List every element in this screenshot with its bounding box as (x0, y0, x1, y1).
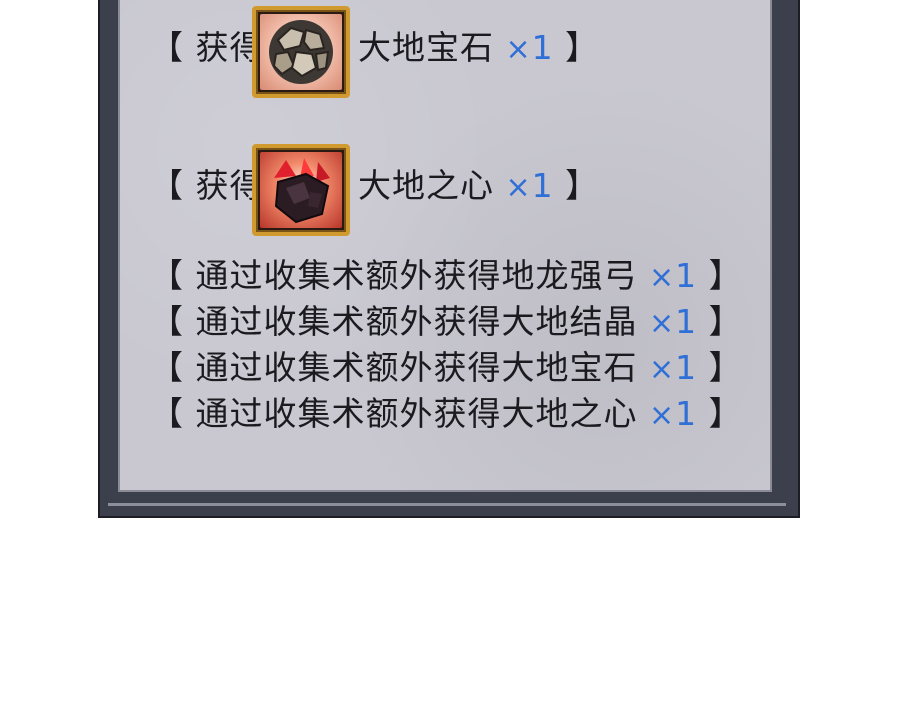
reward-item-name: 大地宝石 (358, 28, 494, 67)
extra-reward-quantity: ×1 (649, 394, 698, 433)
panel-divider (108, 503, 786, 506)
reward-quantity: ×1 (505, 166, 554, 205)
reward-line: 【 获得 (150, 28, 264, 68)
extra-reward-line: 【 通过收集术额外获得大地宝石 ×1 】 (150, 348, 743, 390)
reward-panel: 【 获得 大地宝石 ×1 】 【 获得 大地之心 ×1 】 【 通过收集术额外获… (98, 0, 800, 518)
extra-reward-line: 【 通过收集术额外获得大地结晶 ×1 】 (150, 302, 743, 344)
reward-prefix: 【 获得 (150, 166, 264, 205)
reward-line: 【 获得 (150, 166, 264, 206)
extra-reward-text: 【 通过收集术额外获得大地宝石 (150, 348, 638, 387)
extra-reward-quantity: ×1 (649, 256, 698, 295)
extra-reward-text: 【 通过收集术额外获得大地结晶 (150, 302, 638, 341)
extra-reward-line: 【 通过收集术额外获得大地之心 ×1 】 (150, 394, 743, 436)
reward-quantity: ×1 (505, 28, 554, 67)
reward-item-line: 大地之心 ×1 】 (358, 166, 599, 208)
extra-reward-suffix: 】 (708, 256, 743, 295)
extra-reward-text: 【 通过收集术额外获得地龙强弓 (150, 256, 638, 295)
reward-item-line: 大地宝石 ×1 】 (358, 28, 599, 70)
extra-reward-quantity: ×1 (649, 348, 698, 387)
extra-reward-suffix: 】 (708, 302, 743, 341)
reward-prefix: 【 获得 (150, 28, 264, 67)
extra-reward-line: 【 通过收集术额外获得地龙强弓 ×1 】 (150, 256, 743, 298)
earth-heart-icon (252, 144, 350, 236)
reward-suffix: 】 (565, 166, 600, 205)
extra-reward-suffix: 】 (708, 394, 743, 433)
extra-reward-suffix: 】 (708, 348, 743, 387)
extra-reward-quantity: ×1 (649, 302, 698, 341)
earth-gem-icon (252, 6, 350, 98)
reward-panel-body: 【 获得 大地宝石 ×1 】 【 获得 大地之心 ×1 】 【 通过收集术额外获… (118, 0, 772, 492)
extra-reward-text: 【 通过收集术额外获得大地之心 (150, 394, 638, 433)
reward-item-name: 大地之心 (358, 166, 494, 205)
reward-suffix: 】 (565, 28, 600, 67)
